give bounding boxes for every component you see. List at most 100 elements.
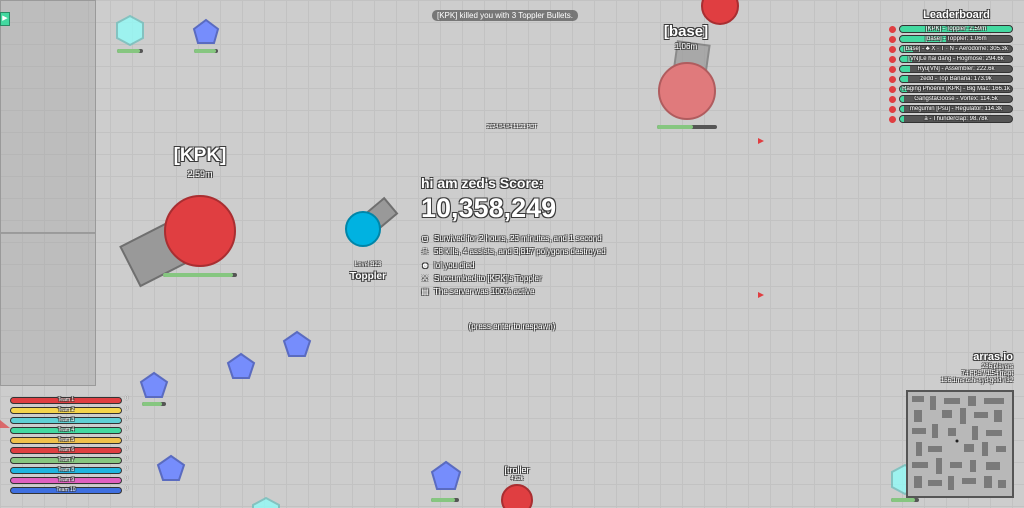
shape-health-bar xyxy=(142,402,166,406)
minimap[interactable] xyxy=(906,390,1014,498)
leaderboard-entry: zedd - Top Banana: 173.9k xyxy=(899,75,1013,83)
team-bar-count: 0 xyxy=(125,466,129,472)
team-bar-label: Team 8 xyxy=(57,467,75,473)
hexagon-shape xyxy=(116,14,144,47)
leaderboard-entry: [base] - ♣ X · T · N - Aerodome: 305.3k xyxy=(899,45,1013,53)
team-bar-count: 0 xyxy=(125,406,129,412)
team-bar: Team 8 xyxy=(10,467,122,474)
team-bar: Team 1 xyxy=(10,397,122,404)
triangle-shape xyxy=(758,138,764,144)
pentagon-shape xyxy=(226,352,256,379)
base-health-bar xyxy=(657,125,717,129)
death-score: 10,358,249 xyxy=(421,193,557,223)
death-stat-server: ▤ The server was 100% active xyxy=(421,287,535,296)
server-players: 286 players xyxy=(981,364,1013,370)
pentagon-shape xyxy=(282,330,312,357)
team-bar-count: 0 xyxy=(125,416,129,422)
team-bar: Team 5 xyxy=(10,437,122,444)
team-bar-count: 0 xyxy=(125,396,129,402)
team-bar-label: Team 1 xyxy=(57,397,75,403)
leaderboard-tank-icon xyxy=(887,64,898,75)
minimap-player-dot xyxy=(955,439,959,443)
leaderboard-entry-text: megumin [Psu] - Regulator: 114.3k xyxy=(909,106,1003,112)
team-bar: Team 4 xyxy=(10,427,122,434)
shape-health-bar xyxy=(431,498,459,502)
leaderboard-entry-text: [base] - ♣ X · T · N - Aerodome: 305.3k xyxy=(904,46,1008,52)
player-tank-body xyxy=(345,211,381,247)
server-info: 166.1ms oshi-syd-gold #32 xyxy=(940,378,1013,384)
team-bar-label: Team 5 xyxy=(57,437,75,443)
team-bar-label: Team 3 xyxy=(57,417,75,423)
pentagon-shape xyxy=(192,18,220,44)
kpk-score: 2.59m xyxy=(187,169,213,179)
leaderboard-entry-text: [KPK] - Toppler: 2.59m xyxy=(925,26,987,32)
leaderboard-entry: Ryu[VN] - Assembler: 222.6k xyxy=(899,65,1013,73)
skull-crossbones-icon: ☠ xyxy=(421,247,429,256)
base-tank xyxy=(658,40,716,120)
death-stat-kills: ☠ 58 kills, 4 assists, and 3,817 polygons… xyxy=(421,247,606,256)
leaderboard-entry-text: [VN]Le hai dang - Hogmose: 294.6k xyxy=(908,56,1004,62)
kpk-tank-body xyxy=(164,195,236,267)
leaderboard-entry-text: GangstaGoose - Vortex: 114.5k xyxy=(914,96,998,102)
server-icon: ▤ xyxy=(421,287,429,296)
sword-icon: ⚔ xyxy=(421,274,429,283)
leaderboard-tank-icon xyxy=(887,114,898,125)
leaderboard-tank-icon xyxy=(887,94,898,105)
leaderboard-entry: GangstaGoose - Vortex: 114.5k xyxy=(899,95,1013,103)
kill-message: [KPK] killed you with 3 Toppler Bullets. xyxy=(432,10,578,21)
team-bar: Team 10 xyxy=(10,487,122,494)
timestamp: 2024.04.04 11:21 PDT xyxy=(487,124,537,130)
team-bar-label: Team 6 xyxy=(57,447,75,453)
team-bar-count: 0 xyxy=(125,426,129,432)
team-bar-label: Team 9 xyxy=(57,477,75,483)
kpk-health-bar xyxy=(163,273,237,277)
leaderboard-entry: Raging Phoenix [KPK] - Big Mac: 166.1k xyxy=(899,85,1013,93)
leaderboard: [KPK] - Toppler: 2.59m [base] - Toppler: … xyxy=(887,24,1014,125)
leaderboard-entry: [KPK] - Toppler: 2.59m xyxy=(899,25,1013,33)
team-bar: Team 3 xyxy=(10,417,122,424)
respawn-prompt[interactable]: (press enter to respawn) xyxy=(440,322,584,331)
player-class: Toppler xyxy=(350,271,386,282)
base-name: [base] xyxy=(663,23,709,40)
server-fps: 74 FPS / 1.54 mspt xyxy=(961,371,1013,377)
team-bar: Team 6 xyxy=(10,447,122,454)
leaderboard-entry-text: Raging Phoenix [KPK] - Big Mac: 166.1k xyxy=(902,86,1010,92)
leaderboard-tank-icon xyxy=(887,44,898,55)
team-bar-count: 0 xyxy=(125,446,129,452)
team-bar-count: 0 xyxy=(125,476,129,482)
leaderboard-tank-icon xyxy=(887,104,898,115)
troller-score: 4.82k xyxy=(510,476,524,482)
minimap-walls xyxy=(912,396,1006,490)
team-bar-label: Team 2 xyxy=(57,407,75,413)
pentagon-shape xyxy=(139,371,169,398)
menu-toggle-button[interactable]: ▶ xyxy=(0,12,10,26)
leaderboard-entry-text: a - Thunderclap: 98.78k xyxy=(924,116,988,122)
player-tank-barrel xyxy=(355,196,399,239)
kpk-name: [KPK] xyxy=(173,145,227,166)
leaderboard-tank-icon xyxy=(887,74,898,85)
pentagon-shape xyxy=(156,454,186,481)
skull-icon: ☻ xyxy=(421,261,430,270)
clock-icon: ◷ xyxy=(421,234,429,243)
enemy-tank-top-right xyxy=(701,0,739,25)
team-bar-count: 0 xyxy=(125,436,129,442)
hexagon-shape xyxy=(252,496,280,508)
death-stat-message: ☻ lol you died xyxy=(421,261,475,270)
leaderboard-entry: [VN]Le hai dang - Hogmose: 294.6k xyxy=(899,55,1013,63)
troller-name: [troller xyxy=(504,465,530,475)
team-bar: Team 2 xyxy=(10,407,122,414)
team-bar: Team 7 xyxy=(10,457,122,464)
leaderboard-entry-text: zedd - Top Banana: 173.9k xyxy=(920,76,992,82)
team-scoreboard: Team 1 0 Team 2 0 Team 3 0 Team 4 0 Team 5 0 Team … xyxy=(0,396,140,497)
death-stat-killer: ⚔ Succumbed to [KPK]'s Toppler xyxy=(421,274,542,283)
team-bar-label: Team 4 xyxy=(57,427,75,433)
shape-health-bar xyxy=(194,49,218,53)
leaderboard-entry: a - Thunderclap: 98.78k xyxy=(899,115,1013,123)
player-level: Level 323 xyxy=(354,262,382,268)
server-title: arras.io xyxy=(973,351,1013,363)
leaderboard-tank-icon xyxy=(887,84,898,95)
leaderboard-entry-text: Ryu[VN] - Assembler: 222.6k xyxy=(917,66,995,72)
leaderboard-entry: megumin [Psu] - Regulator: 114.3k xyxy=(899,105,1013,113)
death-heading: hi am zed's Score: xyxy=(421,175,544,191)
leaderboard-entry-text: [base] - Toppler: 1.06m xyxy=(925,36,987,42)
